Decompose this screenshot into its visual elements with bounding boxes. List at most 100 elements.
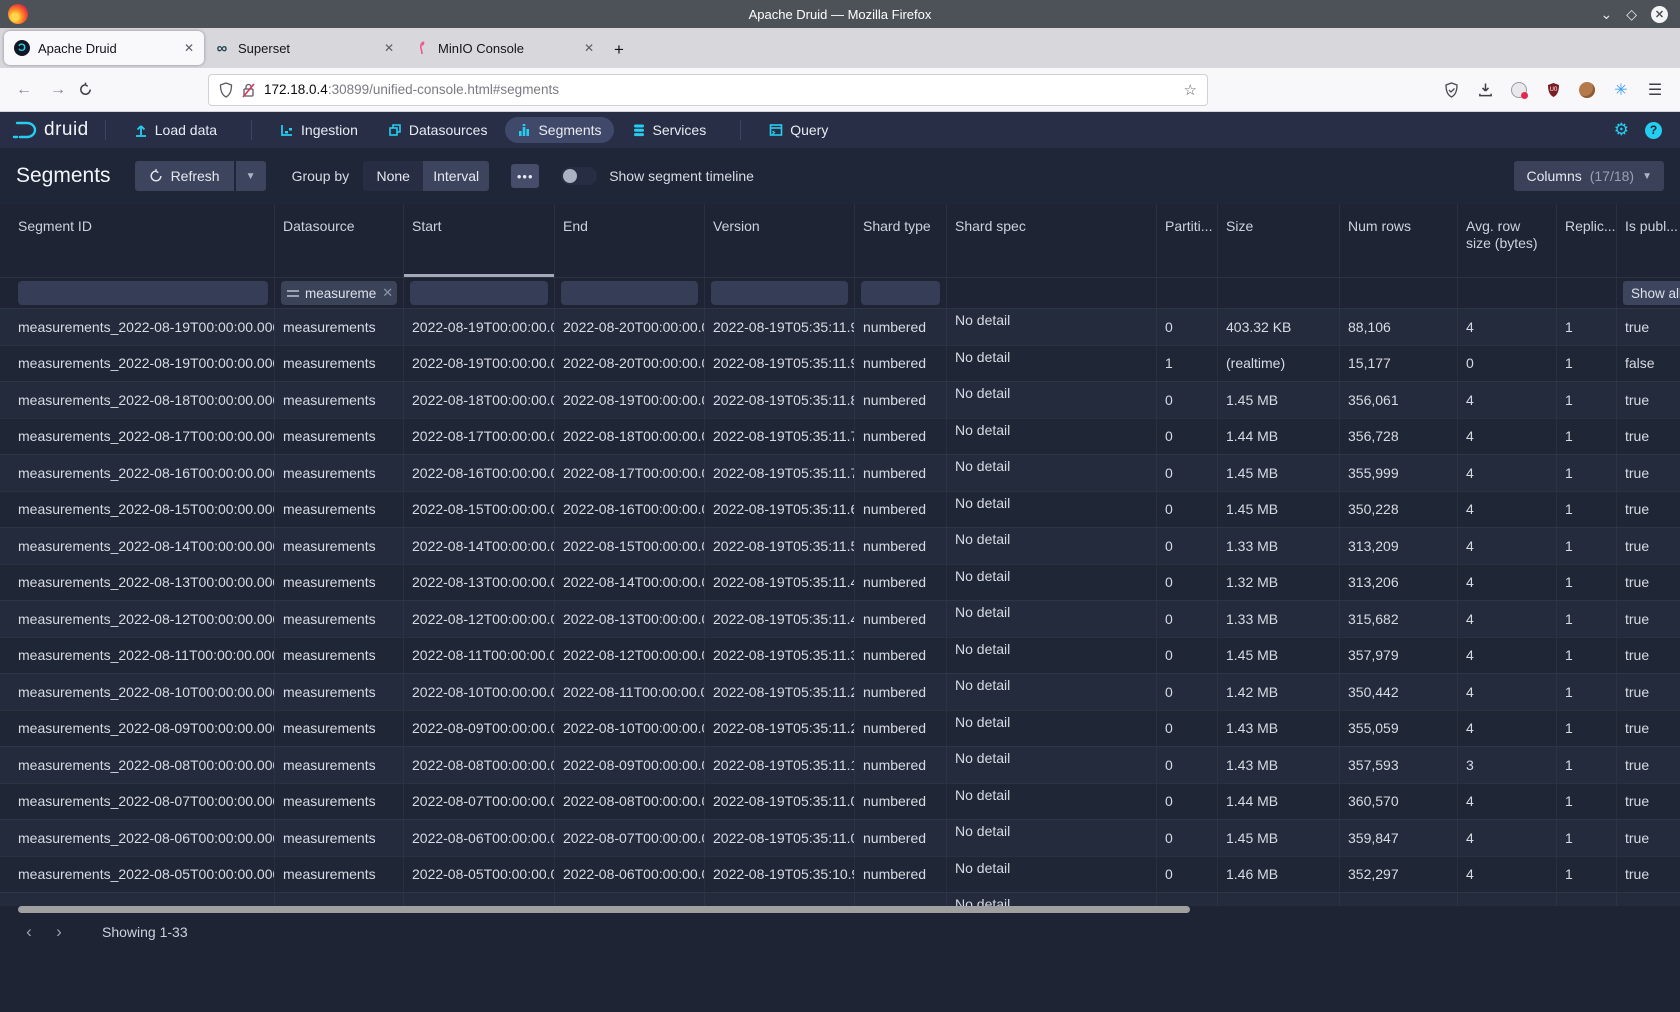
nav-item-segments[interactable]: Segments	[505, 117, 613, 143]
url-bar[interactable]: 172.18.0.4:30899/unified-console.html#se…	[208, 74, 1208, 106]
settings-gear-icon[interactable]: ⚙	[1614, 120, 1629, 140]
cell-shard-spec: No detail	[947, 747, 1157, 783]
group-by-interval-button[interactable]: Interval	[423, 161, 489, 191]
help-icon[interactable]: ?	[1645, 122, 1662, 139]
cell-shard-spec: No detail	[947, 565, 1157, 601]
cell-size: 1.43 MB	[1218, 711, 1340, 747]
cell-avg-row-size: 4	[1458, 857, 1557, 893]
datasources-icon	[388, 123, 402, 137]
tab-apache-druid[interactable]: Ɔ Apache Druid ✕	[4, 31, 204, 65]
cell-end: 2022-08-15T00:00:00.0...	[555, 528, 705, 564]
cell-end: 2022-08-08T00:00:00.0...	[555, 784, 705, 820]
segment-id-filter-input[interactable]	[18, 281, 268, 305]
cell-replicas: 1	[1557, 455, 1617, 491]
previous-page-button[interactable]: ‹	[16, 922, 42, 942]
column-header-start[interactable]: Start	[404, 204, 555, 277]
column-header-is-published[interactable]: Is publ...	[1617, 204, 1680, 277]
columns-button[interactable]: Columns (17/18) ▼	[1514, 161, 1664, 191]
is-published-filter-select[interactable]: Show all	[1623, 281, 1680, 305]
group-by-none-button[interactable]: None	[363, 161, 423, 191]
cell-datasource: measurements	[275, 309, 404, 345]
nav-item-load-data[interactable]: Load data	[122, 117, 229, 143]
column-header-end[interactable]: End	[555, 204, 705, 277]
column-header-avg-row-size[interactable]: Avg. row size (bytes)	[1458, 204, 1557, 277]
column-header-shard-spec[interactable]: Shard spec	[947, 204, 1157, 277]
cell-num-rows: 15,177	[1340, 346, 1458, 382]
nav-item-ingestion[interactable]: Ingestion	[268, 117, 370, 143]
cell-shard-spec: No detail	[947, 857, 1157, 893]
cell-shard-type	[855, 893, 947, 906]
column-header-partition[interactable]: Partiti...	[1157, 204, 1218, 277]
tab-minio-console[interactable]: MinIO Console ✕	[404, 31, 604, 65]
tab-close-icon[interactable]: ✕	[384, 41, 394, 55]
tab-superset[interactable]: ∞ Superset ✕	[204, 31, 404, 65]
refresh-button[interactable]: Refresh	[135, 161, 234, 191]
forward-button[interactable]: →	[44, 81, 72, 99]
column-header-shard-type[interactable]: Shard type	[855, 204, 947, 277]
cell-datasource: measurements	[275, 857, 404, 893]
column-header-version[interactable]: Version	[705, 204, 855, 277]
cell-start: 2022-08-06T00:00:00.0...	[404, 820, 555, 856]
url-text[interactable]: 172.18.0.4:30899/unified-console.html#se…	[264, 82, 1176, 97]
cell-partition: 0	[1157, 492, 1218, 528]
segment-timeline-toggle[interactable]	[561, 167, 597, 185]
column-header-datasource[interactable]: Datasource	[275, 204, 404, 277]
window-maximize-icon[interactable]: ◇	[1626, 7, 1637, 21]
downloads-icon[interactable]	[1476, 81, 1494, 99]
nav-item-query[interactable]: Query	[757, 117, 840, 143]
cell-version: 2022-08-19T05:35:11.4...	[705, 601, 855, 637]
reload-button[interactable]	[78, 82, 106, 97]
cell-shard-spec: No detail	[947, 346, 1157, 382]
cell-size: 1.43 MB	[1218, 747, 1340, 783]
ublock-icon[interactable]: U0	[1544, 81, 1562, 99]
cookie-icon[interactable]	[1578, 81, 1596, 99]
tab-close-icon[interactable]: ✕	[584, 41, 594, 55]
more-options-button[interactable]: •••	[511, 164, 539, 188]
shard-type-filter-input[interactable]	[861, 281, 940, 305]
cell-is-published: true	[1617, 382, 1680, 418]
column-header-num-rows[interactable]: Num rows	[1340, 204, 1458, 277]
screen: Apache Druid — Mozilla Firefox ⌄ ◇ ✕ Ɔ A…	[0, 0, 1680, 1012]
remove-filter-icon[interactable]: ✕	[382, 285, 393, 301]
new-tab-button[interactable]: +	[614, 40, 624, 60]
cell-segment-id: measurements_2022-08-10T00:00:00.000Z...	[0, 674, 275, 710]
cell-size: 1.44 MB	[1218, 419, 1340, 455]
cell-end: 2022-08-19T00:00:00.0...	[555, 382, 705, 418]
end-filter-input[interactable]	[561, 281, 698, 305]
start-filter-input[interactable]	[410, 281, 548, 305]
nav-item-datasources[interactable]: Datasources	[376, 117, 500, 143]
druid-logo[interactable]: druid	[12, 119, 89, 141]
back-button[interactable]: ←	[10, 81, 38, 99]
cell-avg-row-size: 0	[1458, 346, 1557, 382]
extension-icon[interactable]	[1510, 81, 1528, 99]
table-row: measurements_2022-08-19T00:00:00.000Z...…	[0, 308, 1680, 345]
cell-replicas: 1	[1557, 528, 1617, 564]
protections-shield-icon[interactable]	[1442, 81, 1460, 99]
window-close-icon[interactable]: ✕	[1651, 6, 1668, 23]
next-page-button[interactable]: ›	[46, 922, 72, 942]
menu-icon[interactable]: ☰	[1646, 81, 1664, 99]
druid-logo-icon	[12, 119, 38, 141]
column-header-replicas[interactable]: Replic...	[1557, 204, 1617, 277]
scrollbar-thumb[interactable]	[18, 906, 1190, 913]
shield-icon[interactable]	[219, 82, 233, 98]
bookmark-star-icon[interactable]: ☆	[1184, 81, 1197, 99]
horizontal-scrollbar[interactable]	[0, 906, 1680, 914]
insecure-lock-icon[interactable]	[241, 82, 256, 98]
datasource-filter-chip[interactable]: measureme ✕	[281, 281, 397, 305]
container-icon[interactable]: ✳	[1612, 81, 1630, 99]
column-header-segment-id[interactable]: Segment ID	[0, 204, 275, 277]
cell-shard-spec: No detail	[947, 674, 1157, 710]
version-filter-input[interactable]	[711, 281, 848, 305]
cell-segment-id: measurements_2022-08-07T00:00:00.000Z...	[0, 784, 275, 820]
nav-item-services[interactable]: Services	[620, 117, 719, 143]
column-header-size[interactable]: Size	[1218, 204, 1340, 277]
window-title: Apache Druid — Mozilla Firefox	[0, 7, 1680, 22]
cell-size: 1.42 MB	[1218, 674, 1340, 710]
refresh-dropdown-button[interactable]: ▼	[236, 161, 266, 191]
cell-size: 1.46 MB	[1218, 857, 1340, 893]
cell-shard-type: numbered	[855, 309, 947, 345]
cell-datasource: measurements	[275, 492, 404, 528]
window-minimize-icon[interactable]: ⌄	[1600, 7, 1612, 21]
tab-close-icon[interactable]: ✕	[184, 41, 194, 55]
